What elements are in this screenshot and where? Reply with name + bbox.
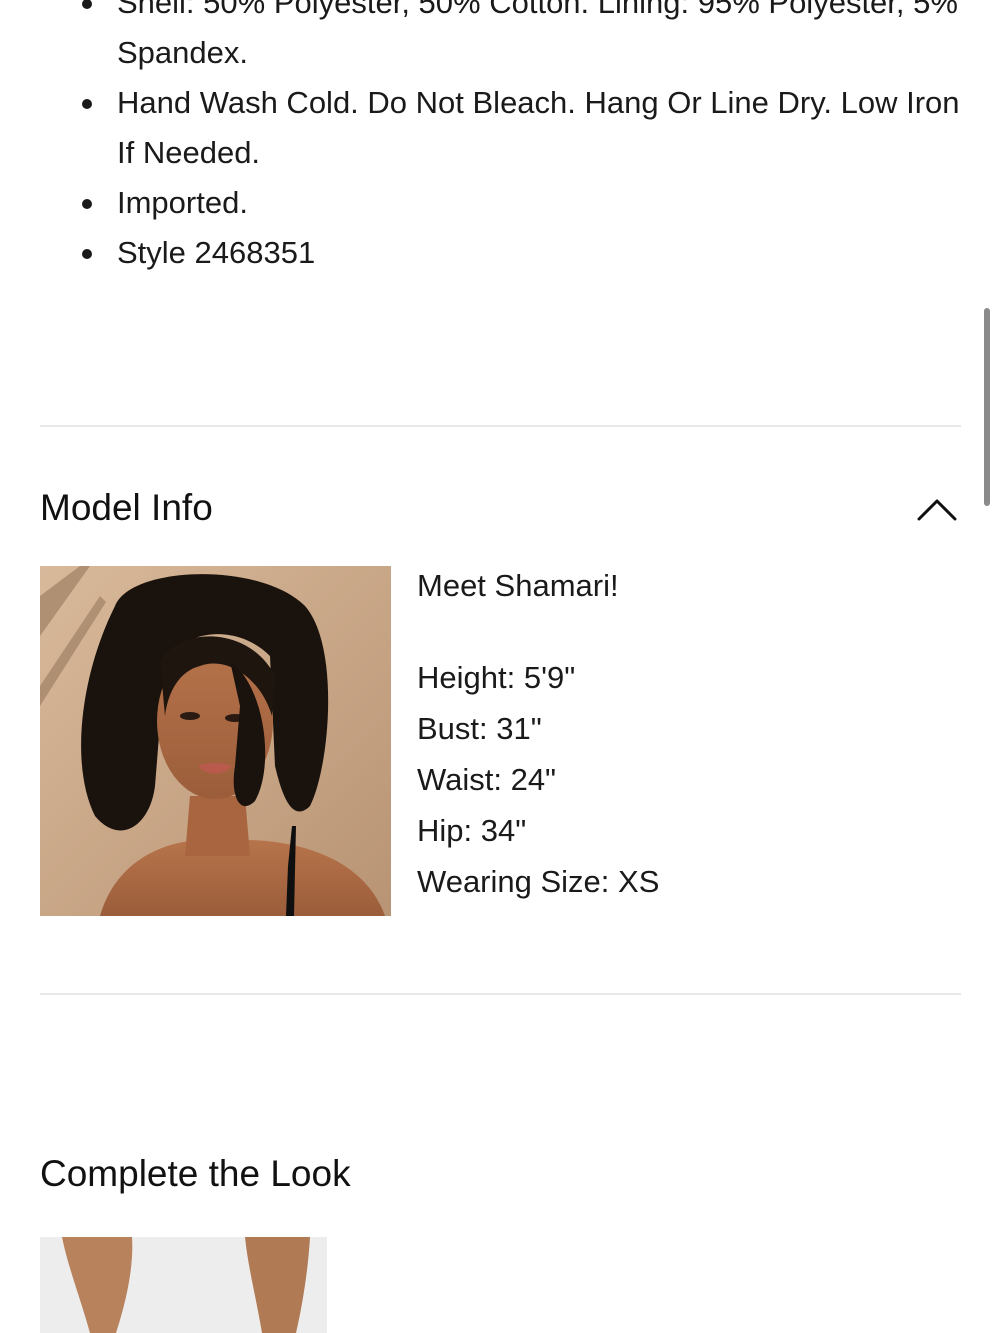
section-divider [40, 425, 961, 427]
page-scrollbar[interactable] [984, 308, 990, 506]
bullet-icon [82, 0, 92, 9]
detail-item: Hand Wash Cold. Do Not Bleach. Hang Or L… [0, 78, 960, 178]
detail-text: Hand Wash Cold. Do Not Bleach. Hang Or L… [117, 85, 960, 170]
detail-text: Style 2468351 [117, 235, 316, 270]
model-stat: Waist: 24" [417, 762, 557, 797]
bullet-icon [82, 99, 92, 109]
model-info-toggle[interactable] [913, 490, 961, 526]
detail-item: Shell: 50% Polyester, 50% Cotton. Lining… [0, 0, 960, 78]
detail-item: Imported. [0, 178, 960, 228]
complete-the-look-title: Complete the Look [40, 1153, 351, 1194]
bullet-icon [82, 199, 92, 209]
model-photo [40, 566, 391, 916]
model-stat: Hip: 34" [417, 813, 527, 848]
model-greeting: Meet Shamari! [417, 568, 619, 603]
detail-item: Style 2468351 [0, 228, 960, 278]
complete-the-look-product-image[interactable] [40, 1237, 327, 1333]
detail-text: Shell: 50% Polyester, 50% Cotton. Lining… [117, 0, 958, 70]
model-stat: Height: 5'9" [417, 660, 576, 695]
section-divider [40, 993, 961, 995]
detail-text: Imported. [117, 185, 248, 220]
model-info-title[interactable]: Model Info [40, 487, 213, 529]
product-details-list: Shell: 50% Polyester, 50% Cotton. Lining… [0, 0, 960, 278]
model-stat: Wearing Size: XS [417, 864, 660, 899]
bullet-icon [82, 249, 92, 259]
chevron-up-icon [917, 499, 957, 521]
model-stat: Bust: 31" [417, 711, 542, 746]
model-stats: Height: 5'9" Bust: 31" Waist: 24" Hip: 3… [417, 652, 659, 907]
